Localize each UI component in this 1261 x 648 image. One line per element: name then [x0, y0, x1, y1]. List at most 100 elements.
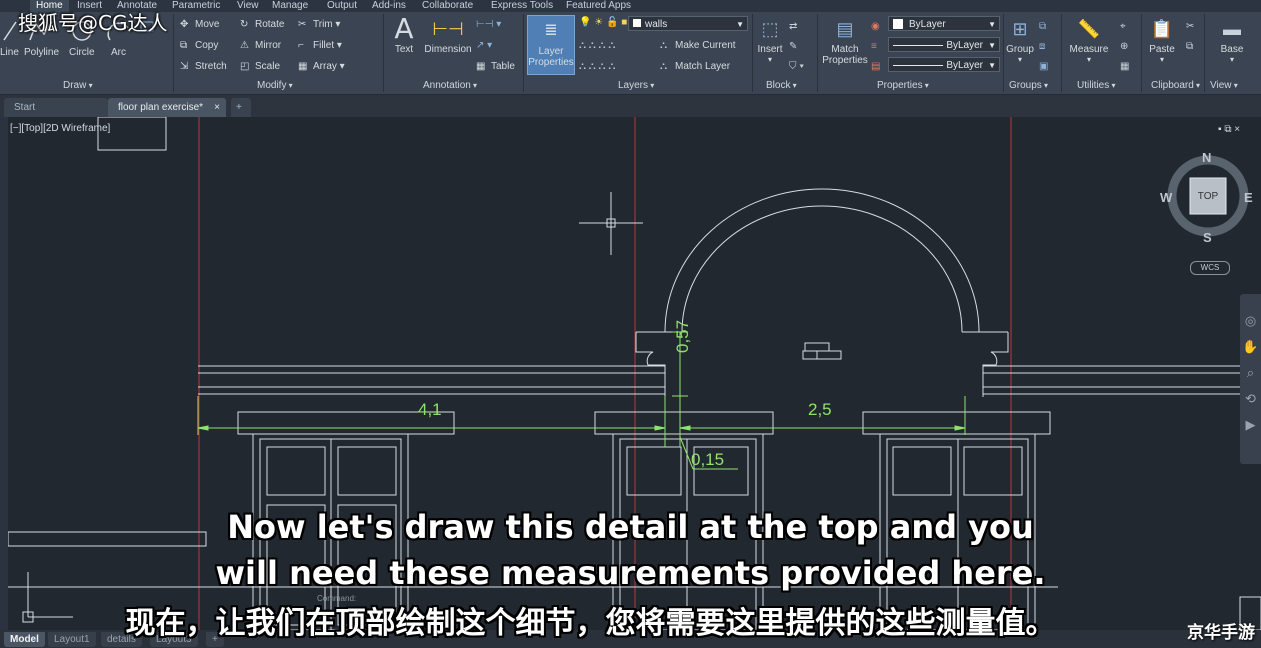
menu-featured-apps[interactable]: Featured Apps — [566, 0, 631, 12]
stretch-button[interactable]: ⇲ Stretch — [180, 61, 227, 72]
groups-panel-title[interactable]: Groups — [1009, 80, 1048, 91]
utility-tools-icons[interactable]: ⌖ ⊕ ▦ — [1120, 17, 1129, 77]
viewport-controls-label[interactable]: [−][Top][2D Wireframe] — [10, 123, 110, 134]
measure-icon: 📏 — [1077, 19, 1101, 39]
pan-icon[interactable]: ✋ — [1240, 334, 1261, 360]
dim-label-left[interactable]: 4,1 — [418, 400, 442, 420]
layers-panel-title[interactable]: Layers — [618, 80, 654, 91]
move-button[interactable]: ✥ Move — [180, 19, 219, 30]
base-view-icon: ▬ — [1223, 19, 1241, 39]
layer-tools-icons[interactable]: ⛬ ⛬ ⛬ ⛬ — [579, 40, 615, 51]
layer-tools-icons-2[interactable]: ⛬ ⛬ ⛬ ⛬ — [579, 61, 615, 72]
mirror-button[interactable]: ⚠ Mirror — [240, 40, 281, 51]
match-properties-button[interactable]: ▤ Match Properties — [820, 14, 870, 66]
color-dropdown[interactable]: ByLayer ▼ — [888, 16, 1000, 31]
fillet-icon: ⌐ — [298, 40, 304, 52]
paste-button[interactable]: 📋 Paste ▾ — [1146, 14, 1178, 64]
match-properties-icon: ▤ — [836, 19, 854, 39]
draw-panel-title[interactable]: Draw — [63, 80, 93, 91]
insert-block-icon: ⬚ — [761, 19, 779, 39]
menu-collaborate[interactable]: Collaborate — [422, 0, 473, 12]
tab-start[interactable]: Start — [4, 98, 108, 117]
leader-icon[interactable]: ↗ ▾ — [476, 40, 492, 51]
menu-express-tools[interactable]: Express Tools — [491, 0, 553, 12]
panel-divider — [752, 14, 753, 92]
text-button[interactable]: A Text — [390, 14, 418, 56]
lineweight-dropdown[interactable]: ByLayer ▼ — [888, 57, 1000, 72]
dim-label-small[interactable]: 0,15 — [691, 450, 724, 470]
table-button[interactable]: ▦ Table — [476, 61, 515, 72]
match-layer-button[interactable]: ⛬ Match Layer — [660, 61, 730, 72]
array-icon: ▦ — [298, 61, 308, 73]
clipboard-panel-title[interactable]: Clipboard — [1151, 80, 1200, 91]
paste-clipboard-icon: 📋 — [1150, 19, 1174, 39]
make-current-button[interactable]: ⛬ Make Current — [660, 40, 736, 51]
close-icon[interactable]: × — [214, 98, 220, 117]
panel-divider — [383, 14, 384, 92]
dimension-icon: ⊢⊣ — [432, 19, 464, 39]
block-panel-title[interactable]: Block — [766, 80, 797, 91]
panel-divider — [1003, 14, 1004, 92]
compass-west[interactable]: W — [1160, 190, 1172, 205]
dim-label-right[interactable]: 2,5 — [808, 400, 832, 420]
group-tools-icons[interactable]: ⧉ ⧈ ▣ — [1039, 17, 1048, 77]
watermark-top-left: 搜狐号@CG达人 — [18, 11, 168, 35]
polyline-button[interactable]: Polyline — [24, 47, 59, 58]
chevron-down-icon: ▼ — [988, 41, 996, 50]
new-tab-button[interactable]: + — [231, 98, 251, 117]
insert-button[interactable]: ⬚ Insert ▾ — [755, 14, 785, 64]
scale-icon: ◰ — [240, 61, 250, 73]
orbit-icon[interactable]: ⟲ — [1240, 386, 1261, 412]
trim-icon: ✂ — [298, 19, 307, 31]
linear-dim-icon[interactable]: ⊢⊣ ▾ — [476, 19, 501, 30]
array-button[interactable]: ▦ Array ▾ — [298, 61, 345, 72]
block-tools-icons[interactable]: ⇄ ✎ ⛉ ▾ — [789, 17, 804, 77]
zoom-icon[interactable]: ⌕ — [1240, 360, 1261, 386]
dimension-button[interactable]: ⊢⊣ Dimension — [422, 14, 474, 55]
panel-divider — [817, 14, 818, 92]
showmotion-icon[interactable]: ▶ — [1240, 412, 1261, 438]
base-view-button[interactable]: ▬ Base ▾ — [1214, 14, 1250, 64]
steering-wheel-icon[interactable]: ◎ — [1240, 308, 1261, 334]
layer-dropdown[interactable]: walls ▼ — [628, 16, 748, 31]
menu-addins[interactable]: Add-ins — [372, 0, 406, 12]
subtitle-english-line-1: Now let's draw this detail at the top an… — [227, 508, 1034, 546]
viewcube-top[interactable]: TOP — [1190, 191, 1226, 202]
line-button[interactable]: Line — [0, 47, 19, 58]
circle-button[interactable]: Circle — [69, 47, 95, 58]
compass-east[interactable]: E — [1244, 190, 1253, 205]
linetype-dropdown[interactable]: ByLayer ▼ — [888, 37, 1000, 52]
properties-panel-title[interactable]: Properties — [877, 80, 929, 91]
dim-label-vertical[interactable]: 0,57 — [673, 320, 693, 353]
menu-manage[interactable]: Manage — [272, 0, 308, 12]
menu-parametric[interactable]: Parametric — [172, 0, 220, 12]
fillet-button[interactable]: ⌐ Fillet ▾ — [298, 40, 342, 51]
rotate-button[interactable]: ↻ Rotate — [240, 19, 284, 30]
menu-bar: Home Insert Annotate Parametric View Man… — [0, 0, 1261, 12]
layer-properties-button[interactable]: ≣ Layer Properties — [527, 15, 575, 75]
move-icon: ✥ — [180, 19, 189, 31]
compass-south[interactable]: S — [1203, 230, 1212, 245]
dimension-lines — [197, 331, 966, 470]
modify-panel-title[interactable]: Modify — [257, 80, 293, 91]
scale-button[interactable]: ◰ Scale — [240, 61, 280, 72]
compass-north[interactable]: N — [1202, 150, 1211, 165]
subtitle-chinese: 现在，让我们在顶部绘制这个细节，您将需要这里提供的这些测量值。 — [125, 606, 1056, 641]
viewport-window-controls[interactable]: ▪ ⧉ × — [1218, 124, 1240, 135]
wcs-menu[interactable]: WCS — [1190, 261, 1230, 275]
group-button[interactable]: ⊞ Group ▾ — [1005, 14, 1035, 64]
menu-output[interactable]: Output — [327, 0, 357, 12]
tab-floor-plan-exercise[interactable]: floor plan exercise* × — [108, 98, 226, 117]
trim-button[interactable]: ✂ Trim ▾ — [298, 19, 340, 30]
panel-divider — [1061, 14, 1062, 92]
arc-button[interactable]: Arc — [111, 47, 126, 58]
navigation-bar[interactable]: ◎ ✋ ⌕ ⟲ ▶ — [1240, 294, 1261, 464]
measure-button[interactable]: 📏 Measure ▾ — [1066, 14, 1112, 64]
clipboard-tools-icons[interactable]: ✂ ⧉ — [1186, 17, 1194, 57]
chevron-down-icon: ▼ — [988, 61, 996, 70]
utilities-panel-title[interactable]: Utilities — [1077, 80, 1115, 91]
menu-view[interactable]: View — [237, 0, 259, 12]
annotation-panel-title[interactable]: Annotation — [423, 80, 477, 91]
view-panel-title[interactable]: View — [1210, 80, 1238, 91]
copy-button[interactable]: ⧉ Copy — [180, 40, 218, 51]
